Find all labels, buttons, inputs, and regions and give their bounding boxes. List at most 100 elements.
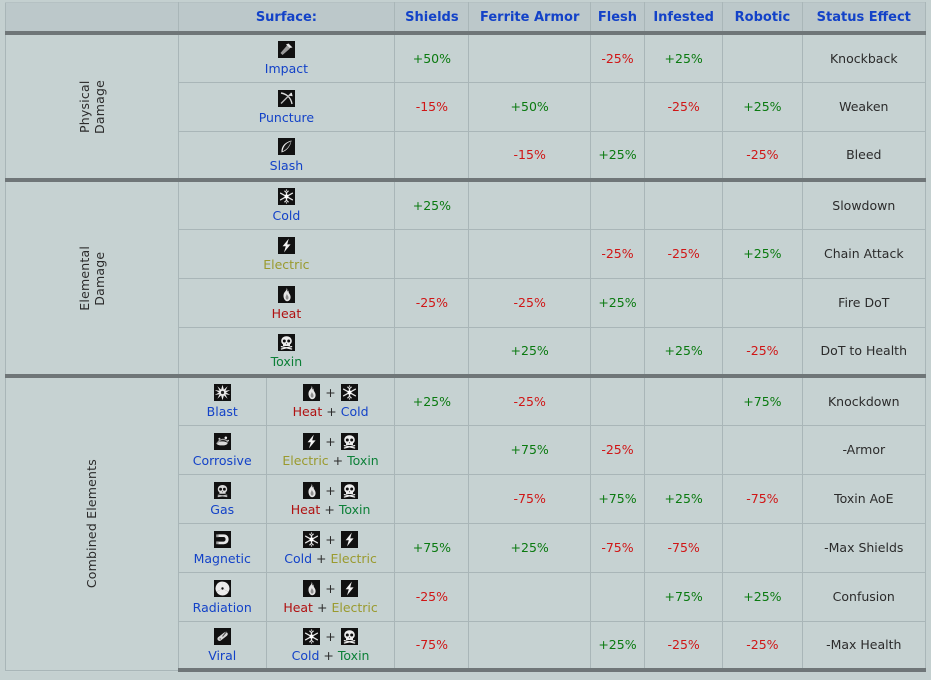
cell-shields-value: +75% xyxy=(412,540,451,555)
header-robotic: Robotic xyxy=(722,2,803,34)
damage-type-name: Magnetic xyxy=(193,550,251,566)
plus-separator: + xyxy=(326,404,337,420)
cell-status-effect: Bleed xyxy=(801,130,927,181)
cell-shields-value: -25% xyxy=(415,295,449,310)
cell-shields xyxy=(394,473,470,524)
cell-ferrite-armor-value: -25% xyxy=(513,295,546,310)
damage-type-cell: Cold xyxy=(177,178,396,230)
cell-shields-value: -25% xyxy=(415,589,449,604)
cell-flesh: -25% xyxy=(589,228,646,279)
cell-robotic: -25% xyxy=(722,130,803,181)
magnet-icon xyxy=(213,530,231,548)
cell-infested: +25% xyxy=(644,326,724,377)
plus-separator-icon: + xyxy=(325,580,336,596)
damage-combination-cell: + Heat + Cold xyxy=(265,374,396,426)
cell-shields-value: -75% xyxy=(415,637,449,653)
cell-robotic: -75% xyxy=(722,473,803,524)
cell-flesh xyxy=(589,178,646,230)
combination-component-name: Toxin xyxy=(338,501,371,517)
damage-type-name: Cold xyxy=(272,208,301,224)
cell-robotic xyxy=(722,424,803,475)
damage-combination-names: Heat + Cold xyxy=(267,404,394,419)
plus-separator: + xyxy=(324,501,335,517)
cell-shields: -15% xyxy=(394,81,470,132)
damage-type-cell: Toxin xyxy=(177,326,396,377)
cell-robotic: -25% xyxy=(722,620,803,672)
cell-status-effect: Fire DoT xyxy=(801,277,927,328)
flame-icon xyxy=(277,285,295,303)
header-flesh: Flesh xyxy=(589,2,646,34)
header-shields: Shields xyxy=(394,2,470,34)
damage-group-label-cell: Combined Elements xyxy=(5,374,179,671)
cell-flesh: +25% xyxy=(589,620,646,672)
cell-status-effect: Chain Attack xyxy=(801,228,927,279)
cell-flesh-value: -75% xyxy=(601,540,634,555)
table-body: Physical Damage Impact +50% -25% +25% Knockba… xyxy=(5,31,927,672)
cell-infested xyxy=(644,130,724,181)
lightning-icon xyxy=(340,579,358,597)
cell-shields: +75% xyxy=(394,522,470,573)
damage-type-cell: Radiation xyxy=(177,571,267,622)
cell-flesh xyxy=(589,571,646,622)
cell-robotic: +25% xyxy=(722,571,803,622)
cell-robotic-value: -25% xyxy=(746,637,779,653)
plus-separator-icon: + xyxy=(325,433,336,449)
skull-icon xyxy=(340,432,358,450)
plus-separator-icon: + xyxy=(325,385,336,401)
cell-status-effect: -Armor xyxy=(801,424,927,475)
cell-robotic: -25% xyxy=(722,326,803,377)
damage-combination-names: Electric + Toxin xyxy=(267,453,394,468)
cell-robotic xyxy=(722,522,803,573)
snowflake-icon xyxy=(340,384,358,402)
cell-shields: -25% xyxy=(394,277,470,328)
cell-robotic: +25% xyxy=(722,81,803,132)
combination-component-name: Heat xyxy=(290,501,321,517)
cell-infested-value: -25% xyxy=(667,246,700,261)
cell-shields-value: -15% xyxy=(415,99,449,114)
cell-shields: +25% xyxy=(394,178,470,230)
header-status-effect: Status Effect xyxy=(801,2,927,34)
combination-component-name: Cold xyxy=(291,647,320,663)
cell-shields: -75% xyxy=(394,620,470,672)
header-surface: Surface: xyxy=(177,2,396,34)
combination-component-name: Electric xyxy=(331,599,378,615)
damage-type-table: Surface: Shields Ferrite Armor Flesh Inf… xyxy=(5,2,927,672)
starburst-icon xyxy=(213,384,231,402)
cell-infested-value: -75% xyxy=(667,540,700,555)
damage-type-cell: Viral xyxy=(177,620,267,672)
combination-component-name: Toxin xyxy=(337,647,370,663)
cell-status-effect: Knockback xyxy=(801,31,927,83)
header-infested: Infested xyxy=(644,2,724,34)
cell-robotic-value: -75% xyxy=(746,491,779,506)
cell-robotic-value: +75% xyxy=(743,393,782,409)
combination-component-name: Electric xyxy=(282,452,329,468)
cell-flesh xyxy=(589,326,646,377)
cell-status-effect: Confusion xyxy=(801,571,927,622)
cell-shields-value: +25% xyxy=(412,197,451,213)
damage-type-name: Blast xyxy=(206,404,238,420)
cell-robotic xyxy=(722,178,803,230)
cell-flesh-value: +25% xyxy=(598,295,637,310)
damage-type-name: Heat xyxy=(271,305,302,321)
cell-ferrite-armor xyxy=(468,178,591,230)
damage-type-cell: Puncture xyxy=(177,81,396,132)
damage-combination-names: Heat + Electric xyxy=(267,600,394,615)
cell-shields: -25% xyxy=(394,571,470,622)
header-ferrite-armor: Ferrite Armor xyxy=(468,2,591,34)
damage-combination-names: Cold + Toxin xyxy=(267,648,394,663)
cell-shields-value: +50% xyxy=(412,50,451,66)
cell-ferrite-armor xyxy=(468,571,591,622)
damage-combination-cell: + Heat + Electric xyxy=(265,571,396,622)
table-header-row: Surface: Shields Ferrite Armor Flesh Inf… xyxy=(5,2,927,34)
cell-status-effect: Slowdown xyxy=(801,178,927,230)
snowflake-icon xyxy=(303,530,321,548)
cell-ferrite-armor: +25% xyxy=(468,522,591,573)
plus-separator-icon: + xyxy=(325,628,336,644)
cell-flesh xyxy=(589,374,646,426)
damage-group-label: Elemental Damage xyxy=(76,245,107,311)
cell-infested xyxy=(644,424,724,475)
cell-flesh: +25% xyxy=(589,277,646,328)
damage-type-name: Viral xyxy=(208,647,237,663)
damage-type-name: Gas xyxy=(210,501,235,517)
cell-ferrite-armor: +75% xyxy=(468,424,591,475)
